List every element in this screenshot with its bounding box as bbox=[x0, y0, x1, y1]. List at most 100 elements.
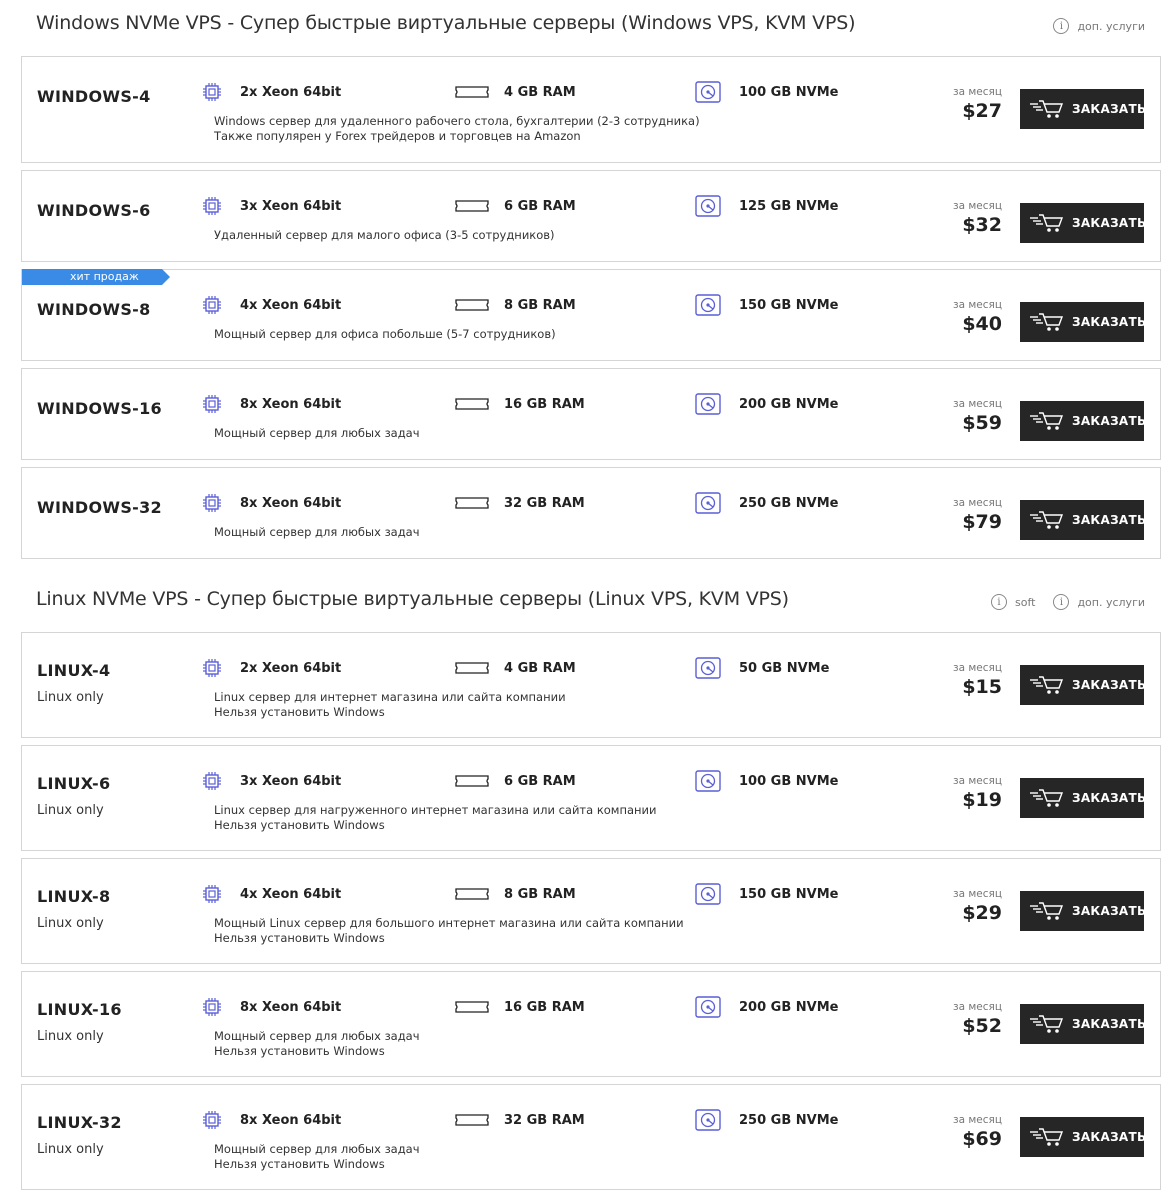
plan-card: LINUX-16 Linux only 8x Xeon 64bit 16 GB RAM… bbox=[21, 971, 1161, 1077]
disk-drive-icon bbox=[695, 294, 721, 316]
ram-value: 16 GB RAM bbox=[504, 396, 585, 412]
ram-value: 8 GB RAM bbox=[504, 297, 576, 313]
ram-module-icon bbox=[454, 1112, 490, 1128]
plan-os-note: Linux only bbox=[37, 916, 104, 931]
ram-spec: 16 GB RAM bbox=[454, 396, 585, 412]
windows-section: Windows NVMe VPS - Супер быстрые виртуал… bbox=[0, 0, 1167, 559]
cpu-spec: 8x Xeon 64bit bbox=[202, 1110, 341, 1130]
order-button[interactable]: ЗАКАЗАТЬ bbox=[1020, 1117, 1147, 1157]
shopping-cart-icon bbox=[1030, 98, 1064, 120]
cpu-spec: 8x Xeon 64bit bbox=[202, 394, 341, 414]
ram-spec: 16 GB RAM bbox=[454, 999, 585, 1015]
disk-value: 150 GB NVMe bbox=[739, 297, 839, 313]
ram-value: 6 GB RAM bbox=[504, 773, 576, 789]
plan-card: WINDOWS-32 8x Xeon 64bit 32 GB RAM 250 GB N… bbox=[21, 467, 1161, 559]
plan-card: WINDOWS-6 3x Xeon 64bit 6 GB RAM 125 GB NVM… bbox=[21, 170, 1161, 262]
plan-card: хит продаж WINDOWS-8 4x Xeon 64bit 8 GB RAM… bbox=[21, 269, 1161, 361]
order-button-label: ЗАКАЗАТЬ bbox=[1072, 791, 1147, 805]
plan-description-note: Нельзя установить Windows bbox=[214, 1044, 385, 1058]
ram-spec: 32 GB RAM bbox=[454, 495, 585, 511]
plan-description: Windows сервер для удаленного рабочего с… bbox=[214, 114, 700, 128]
order-button[interactable]: ЗАКАЗАТЬ bbox=[1020, 500, 1147, 540]
ram-module-icon bbox=[454, 198, 490, 214]
disk-value: 125 GB NVMe bbox=[739, 198, 839, 214]
cpu-chip-icon bbox=[202, 82, 222, 102]
cpu-value: 8x Xeon 64bit bbox=[240, 396, 342, 412]
disk-spec: 50 GB NVMe bbox=[695, 657, 829, 679]
plan-card: WINDOWS-16 8x Xeon 64bit 16 GB RAM 200 GB N… bbox=[21, 368, 1161, 460]
ram-spec: 4 GB RAM bbox=[454, 84, 576, 100]
ram-value: 6 GB RAM bbox=[504, 198, 576, 214]
section-title: Linux NVMe VPS - Супер быстрые виртуальн… bbox=[36, 588, 789, 610]
shopping-cart-icon bbox=[1030, 787, 1064, 809]
price-period: за месяц bbox=[953, 497, 1002, 509]
cpu-spec: 4x Xeon 64bit bbox=[202, 295, 341, 315]
shopping-cart-icon bbox=[1030, 509, 1064, 531]
ram-spec: 8 GB RAM bbox=[454, 297, 576, 313]
order-button[interactable]: ЗАКАЗАТЬ bbox=[1020, 89, 1146, 129]
shopping-cart-icon bbox=[1030, 1013, 1064, 1035]
cpu-value: 4x Xeon 64bit bbox=[240, 297, 342, 313]
linux-plan-list: LINUX-4 Linux only 2x Xeon 64bit 4 GB RAM 50… bbox=[0, 632, 1167, 1190]
price: $40 bbox=[962, 313, 1002, 335]
cpu-chip-icon bbox=[202, 1110, 222, 1130]
ram-spec: 4 GB RAM bbox=[454, 660, 576, 676]
cpu-spec: 2x Xeon 64bit bbox=[202, 82, 341, 102]
plan-os-note: Linux only bbox=[37, 803, 104, 818]
order-button[interactable]: ЗАКАЗАТЬ bbox=[1020, 665, 1146, 705]
order-button-label: ЗАКАЗАТЬ bbox=[1072, 1130, 1147, 1144]
cpu-value: 3x Xeon 64bit bbox=[240, 198, 342, 214]
price-period: за месяц bbox=[953, 398, 1002, 410]
ram-value: 16 GB RAM bbox=[504, 999, 585, 1015]
plan-description-note: Нельзя установить Windows bbox=[214, 1157, 385, 1171]
order-button[interactable]: ЗАКАЗАТЬ bbox=[1020, 302, 1146, 342]
ram-spec: 32 GB RAM bbox=[454, 1112, 585, 1128]
disk-drive-icon bbox=[695, 657, 721, 679]
order-button[interactable]: ЗАКАЗАТЬ bbox=[1020, 778, 1147, 818]
cpu-spec: 2x Xeon 64bit bbox=[202, 658, 341, 678]
plan-name: WINDOWS-8 bbox=[37, 300, 151, 319]
cpu-chip-icon bbox=[202, 997, 222, 1017]
extra-services-link[interactable]: i доп. услуги bbox=[1053, 594, 1145, 610]
plan-os-note: Linux only bbox=[37, 690, 104, 705]
order-button-label: ЗАКАЗАТЬ bbox=[1072, 216, 1147, 230]
cpu-chip-icon bbox=[202, 493, 222, 513]
linux-section: Linux NVMe VPS - Супер быстрые виртуальн… bbox=[0, 576, 1167, 1190]
order-button-label: ЗАКАЗАТЬ bbox=[1072, 513, 1147, 527]
price: $15 bbox=[962, 676, 1002, 698]
linux-section-header: Linux NVMe VPS - Супер быстрые виртуальн… bbox=[0, 576, 1167, 632]
plan-description: Удаленный сервер для малого офиса (3-5 с… bbox=[214, 228, 555, 242]
order-button[interactable]: ЗАКАЗАТЬ bbox=[1020, 203, 1147, 243]
windows-plan-list: WINDOWS-4 2x Xeon 64bit 4 GB RAM 100 GB NVM… bbox=[0, 56, 1167, 559]
disk-value: 250 GB NVMe bbox=[739, 1112, 839, 1128]
ram-value: 8 GB RAM bbox=[504, 886, 576, 902]
order-button[interactable]: ЗАКАЗАТЬ bbox=[1020, 1004, 1146, 1044]
disk-spec: 250 GB NVMe bbox=[695, 1109, 838, 1131]
price: $52 bbox=[962, 1015, 1002, 1037]
bestseller-badge: хит продаж bbox=[22, 269, 170, 285]
ram-module-icon bbox=[454, 84, 490, 100]
disk-value: 150 GB NVMe bbox=[739, 886, 839, 902]
plan-description: Мощный сервер для любых задач bbox=[214, 1142, 420, 1156]
info-icon: i bbox=[1053, 594, 1070, 610]
info-icon: i bbox=[991, 594, 1007, 610]
plan-name: LINUX-16 bbox=[37, 1000, 122, 1019]
order-button[interactable]: ЗАКАЗАТЬ bbox=[1020, 401, 1146, 441]
plan-description: Мощный сервер для офиса побольше (5-7 со… bbox=[214, 327, 556, 341]
order-button[interactable]: ЗАКАЗАТЬ bbox=[1020, 891, 1146, 931]
plan-name: WINDOWS-16 bbox=[37, 399, 162, 418]
price: $27 bbox=[962, 100, 1002, 122]
price-period: за месяц bbox=[953, 200, 1002, 212]
cpu-spec: 8x Xeon 64bit bbox=[202, 493, 341, 513]
cpu-chip-icon bbox=[202, 884, 222, 904]
plan-description: Linux сервер для интернет магазина или с… bbox=[214, 690, 566, 704]
disk-drive-icon bbox=[695, 996, 721, 1018]
cpu-value: 4x Xeon 64bit bbox=[240, 886, 342, 902]
disk-spec: 125 GB NVMe bbox=[695, 195, 838, 217]
price: $79 bbox=[962, 511, 1002, 533]
cpu-chip-icon bbox=[202, 196, 222, 216]
extra-services-link[interactable]: i доп. услуги bbox=[1053, 18, 1145, 34]
ram-value: 32 GB RAM bbox=[504, 495, 585, 511]
soft-link[interactable]: i soft bbox=[991, 594, 1035, 610]
extra-services-label: доп. услуги bbox=[1077, 595, 1145, 609]
